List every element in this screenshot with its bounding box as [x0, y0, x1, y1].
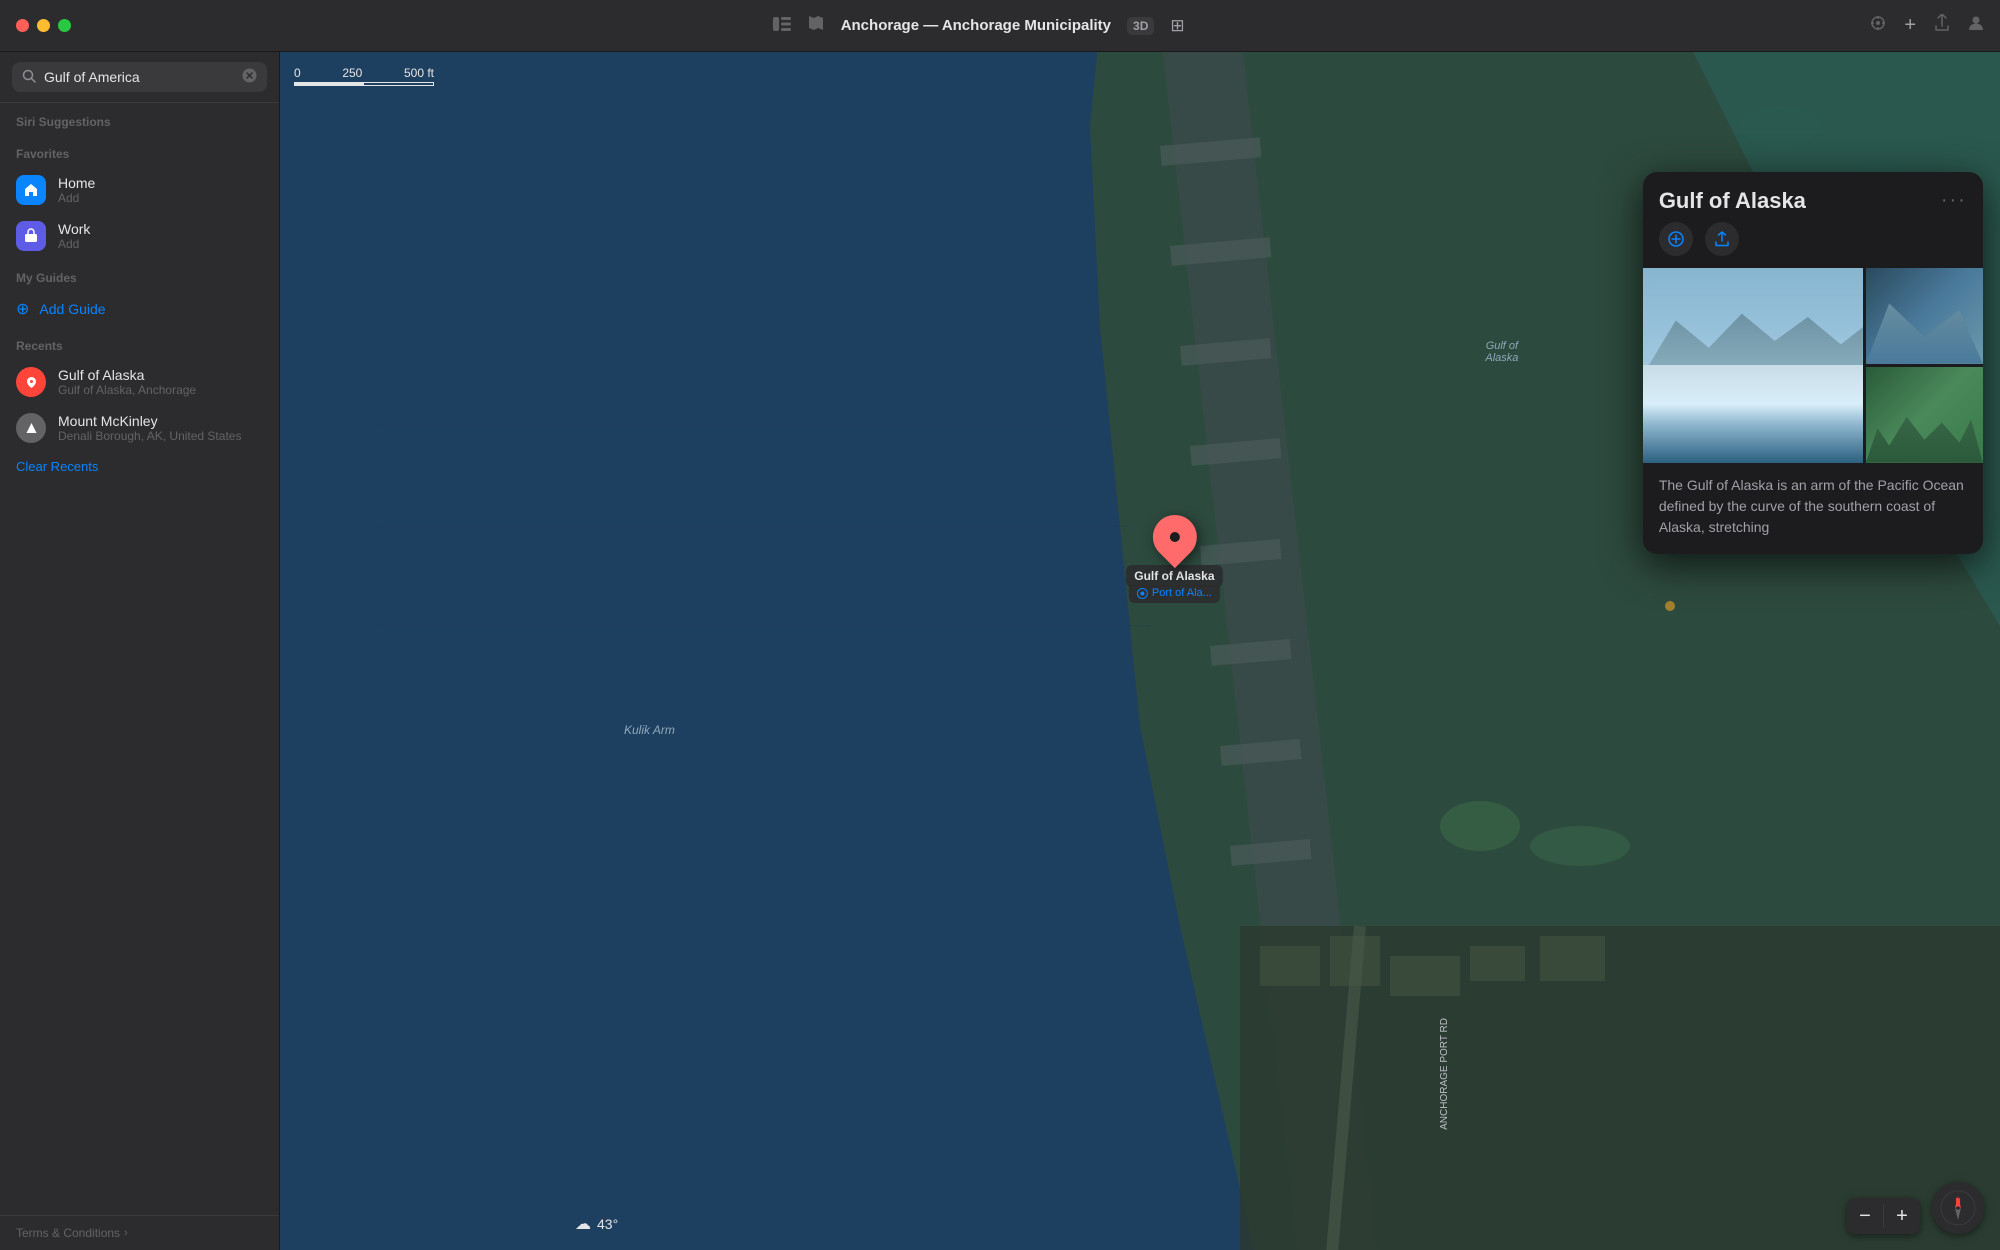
info-photos	[1643, 268, 1983, 463]
window-title: Anchorage — Anchorage Municipality	[841, 17, 1111, 34]
mckinley-text: Mount McKinley Denali Borough, AK, Unite…	[58, 413, 241, 443]
mckinley-sub: Denali Borough, AK, United States	[58, 429, 241, 443]
search-bar[interactable]: Gulf of America	[12, 62, 267, 92]
home-text: Home Add	[58, 175, 95, 205]
maximize-dot[interactable]	[58, 19, 71, 32]
add-guide-plus-icon: ⊕	[16, 299, 29, 319]
sidebar-toggle-icon[interactable]	[773, 16, 791, 36]
add-guide-item[interactable]: ⊕ Add Guide	[0, 291, 279, 327]
pin-sublabel-text: Port of Ala...	[1152, 587, 1212, 599]
search-text: Gulf of America	[44, 69, 234, 85]
add-guide-label: Add Guide	[39, 301, 105, 317]
sidebar: Gulf of America Siri Suggestions Favorit…	[0, 52, 280, 1250]
weather-bar: ☁ 43°	[575, 1214, 618, 1234]
pin-sublabel: Port of Ala...	[1129, 585, 1220, 603]
favorites-section-label: Favorites	[0, 135, 279, 167]
map-pin-container: Gulf of Alaska Port of Ala...	[1126, 515, 1222, 603]
titlebar: Anchorage — Anchorage Municipality 3D ⊞ …	[0, 0, 2000, 52]
search-clear-icon[interactable]	[242, 68, 257, 86]
titlebar-center: Anchorage — Anchorage Municipality 3D ⊞	[87, 15, 1870, 36]
scale-bar: 0 250 500 ft	[294, 66, 434, 86]
profile-icon[interactable]	[1968, 15, 1984, 36]
terms-link[interactable]: Terms & Conditions	[16, 1226, 120, 1240]
panel-share-button[interactable]	[1705, 222, 1739, 256]
terms-chevron-icon: ›	[124, 1227, 128, 1239]
guides-section-label: My Guides	[0, 259, 279, 291]
home-label: Home	[58, 175, 95, 191]
work-text: Work Add	[58, 221, 90, 251]
mckinley-recent-icon	[16, 413, 46, 443]
window-controls	[16, 19, 71, 32]
info-panel-more-button[interactable]: ···	[1941, 189, 1967, 212]
sidebar-content: Siri Suggestions Favorites Home Add	[0, 103, 279, 1215]
work-label: Work	[58, 221, 90, 237]
scale-250: 250	[342, 66, 362, 80]
svg-text:N: N	[1955, 1198, 1960, 1205]
compass[interactable]: N	[1932, 1182, 1984, 1234]
info-panel: Gulf of Alaska ···	[1643, 172, 1983, 554]
recents-section-label: Recents	[0, 327, 279, 359]
temperature: 43°	[597, 1216, 618, 1232]
main-layout: Gulf of America Siri Suggestions Favorit…	[0, 52, 2000, 1250]
scale-line	[294, 82, 434, 86]
mckinley-name: Mount McKinley	[58, 413, 241, 429]
work-sub: Add	[58, 237, 90, 251]
favorite-home[interactable]: Home Add	[0, 167, 279, 213]
siri-section-label: Siri Suggestions	[0, 103, 279, 135]
gulf-alaska-recent-icon	[16, 367, 46, 397]
recent-mckinley[interactable]: Mount McKinley Denali Borough, AK, Unite…	[0, 405, 279, 451]
sidebar-footer: Terms & Conditions ›	[0, 1215, 279, 1250]
map-book-icon[interactable]	[807, 15, 825, 36]
info-panel-header: Gulf of Alaska ···	[1643, 172, 1983, 222]
info-panel-title: Gulf of Alaska	[1659, 188, 1806, 214]
clear-recents-button[interactable]: Clear Recents	[0, 451, 279, 482]
layers-icon[interactable]: ⊞	[1170, 16, 1184, 36]
gulf-alaska-text: Gulf of Alaska Gulf of Alaska, Anchorage	[58, 367, 196, 397]
gulf-alaska-sub: Gulf of Alaska, Anchorage	[58, 383, 196, 397]
search-container: Gulf of America	[0, 52, 279, 103]
photo-glacier	[1643, 365, 1863, 463]
zoom-in-button[interactable]: +	[1884, 1198, 1920, 1234]
add-icon[interactable]: +	[1904, 14, 1916, 37]
map-pin-inner	[1169, 532, 1179, 542]
side-photo-forest	[1866, 405, 1983, 463]
favorite-work[interactable]: Work Add	[0, 213, 279, 259]
map-pin[interactable]	[1143, 506, 1205, 568]
titlebar-actions: +	[1870, 14, 1984, 37]
share-icon[interactable]	[1934, 14, 1950, 37]
photo-side-1[interactable]	[1866, 268, 1983, 364]
info-description: The Gulf of Alaska is an arm of the Paci…	[1643, 475, 1983, 554]
side-photo-mountain	[1866, 297, 1983, 364]
home-sub: Add	[58, 191, 95, 205]
info-panel-actions	[1643, 222, 1983, 268]
scale-numbers: 0 250 500 ft	[294, 66, 434, 80]
work-icon	[16, 221, 46, 251]
photos-side	[1866, 268, 1983, 463]
recent-gulf-alaska[interactable]: Gulf of Alaska Gulf of Alaska, Anchorage	[0, 359, 279, 405]
map-area[interactable]: 0 250 500 ft Gulf ofAlaska Kulik Arm ANC…	[280, 52, 2000, 1250]
panel-add-button[interactable]	[1659, 222, 1693, 256]
photo-main[interactable]	[1643, 268, 1863, 463]
zoom-out-button[interactable]: −	[1847, 1198, 1883, 1234]
search-icon	[22, 69, 36, 86]
threed-button[interactable]: 3D	[1127, 17, 1154, 35]
minimize-dot[interactable]	[37, 19, 50, 32]
location-icon[interactable]	[1870, 15, 1886, 36]
home-icon	[16, 175, 46, 205]
close-dot[interactable]	[16, 19, 29, 32]
zoom-controls: − +	[1847, 1198, 1920, 1234]
weather-cloud-icon: ☁	[575, 1214, 591, 1234]
photo-side-2[interactable]	[1866, 367, 1983, 463]
gulf-alaska-name: Gulf of Alaska	[58, 367, 196, 383]
scale-500: 500 ft	[404, 66, 434, 80]
scale-0: 0	[294, 66, 301, 80]
